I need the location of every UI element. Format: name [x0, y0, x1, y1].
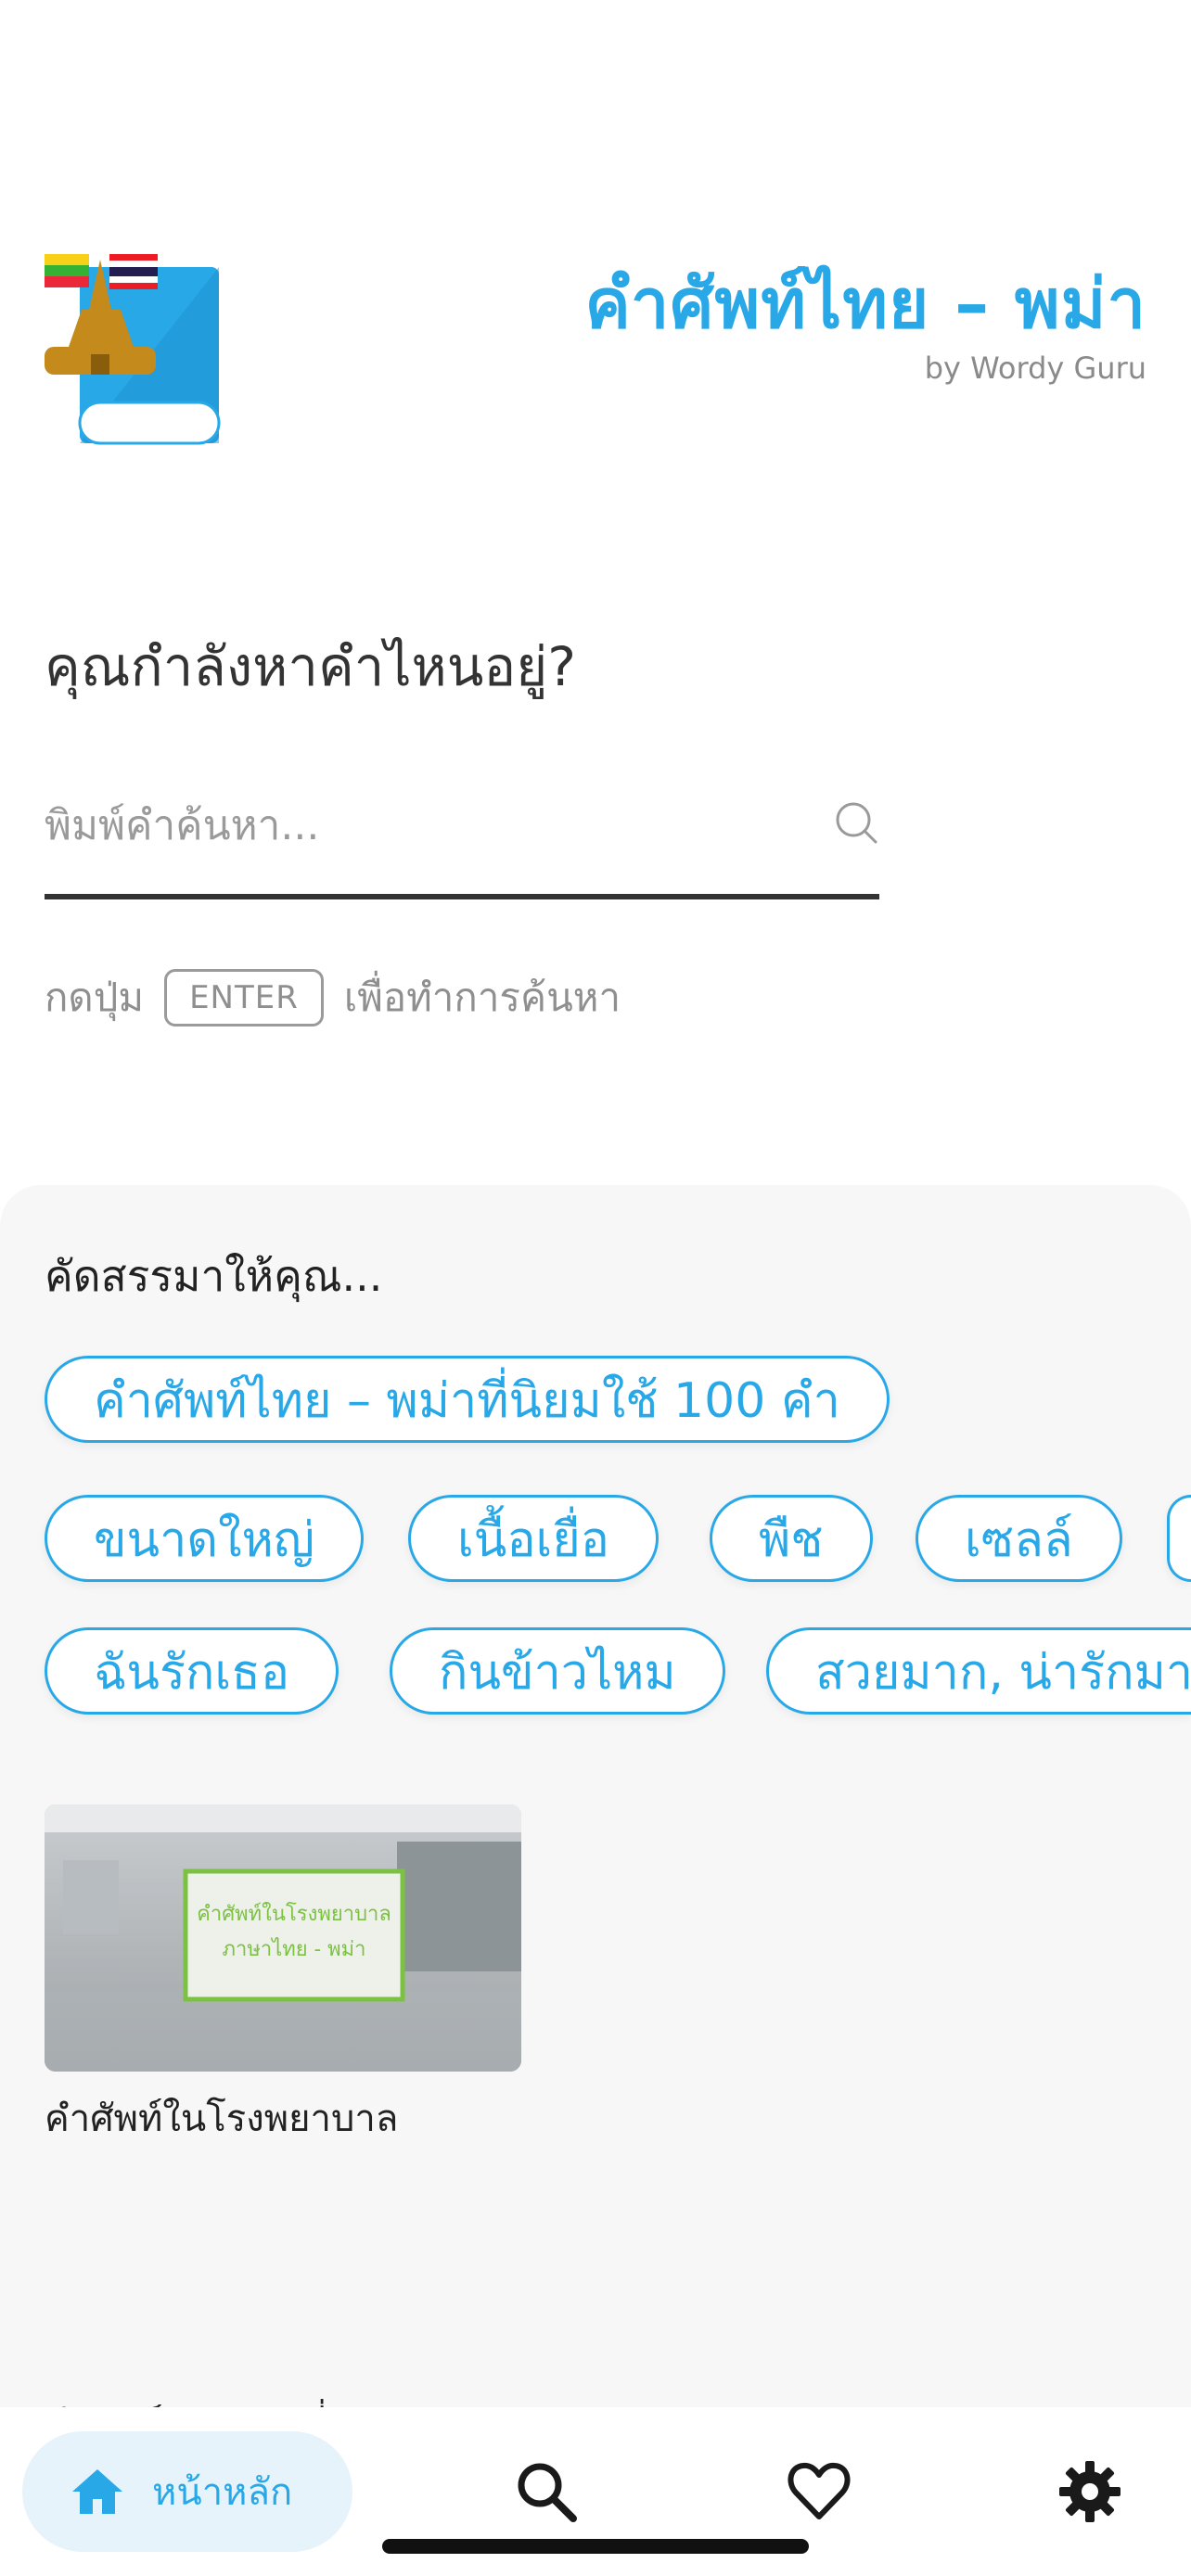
- search-bar: [45, 779, 879, 899]
- search-icon[interactable]: [833, 799, 879, 846]
- chip-cell[interactable]: เซลล์: [916, 1495, 1122, 1582]
- search-icon[interactable]: [514, 2459, 579, 2524]
- home-icon: [72, 2469, 122, 2514]
- heart-icon[interactable]: [787, 2459, 852, 2524]
- nav-home-label: หน้าหลัก: [152, 2471, 293, 2514]
- app-subtitle: by Wordy Guru: [924, 351, 1146, 386]
- search-question: คุณกำลังหาคำไหนอยู่?: [45, 635, 576, 698]
- card-overlay-line1: คำศัพท์ในโรงพยาบาล: [197, 1903, 391, 1926]
- home-indicator: [382, 2539, 809, 2554]
- search-hint: กดปุ่ม ENTER เพื่อทำการค้นหา: [45, 961, 621, 1035]
- hint-prefix: กดปุ่ม: [45, 975, 145, 1020]
- chip-i-love-you[interactable]: ฉันรักเธอ: [45, 1627, 339, 1715]
- hint-suffix: เพื่อทำการค้นหา: [343, 975, 621, 1020]
- card-overlay-line2: ภาษาไทย - พม่า: [222, 1938, 366, 1961]
- enter-key-badge: ENTER: [164, 969, 324, 1027]
- chip-very-beautiful[interactable]: สวยมาก, น่ารักมาก: [766, 1627, 1191, 1715]
- search-input[interactable]: [45, 779, 805, 872]
- chip-plant[interactable]: พืช: [710, 1495, 873, 1582]
- hospital-vocab-card-caption[interactable]: คำศัพท์ในโรงพยาบาล: [45, 2088, 398, 2148]
- settings-icon[interactable]: [1057, 2459, 1122, 2524]
- nav-home-button[interactable]: หน้าหลัก: [22, 2431, 352, 2552]
- chip-have-you-eaten[interactable]: กินข้าวไหม: [390, 1627, 725, 1715]
- app-title: คำศัพท์ไทย – พม่า: [584, 264, 1146, 344]
- chip-partial[interactable]: [1167, 1495, 1191, 1582]
- recommended-title: คัดสรรมาให้คุณ...: [45, 1251, 383, 1301]
- chip-popular-100[interactable]: คำศัพท์ไทย – พม่าที่นิยมใช้ 100 คำ: [45, 1356, 890, 1443]
- app-logo: [45, 254, 221, 445]
- chip-tissue[interactable]: เนื้อเยื่อ: [408, 1495, 660, 1582]
- hospital-vocab-card-image[interactable]: คำศัพท์ในโรงพยาบาล ภาษาไทย - พม่า: [45, 1804, 521, 2072]
- chip-large[interactable]: ขนาดใหญ่: [45, 1495, 365, 1582]
